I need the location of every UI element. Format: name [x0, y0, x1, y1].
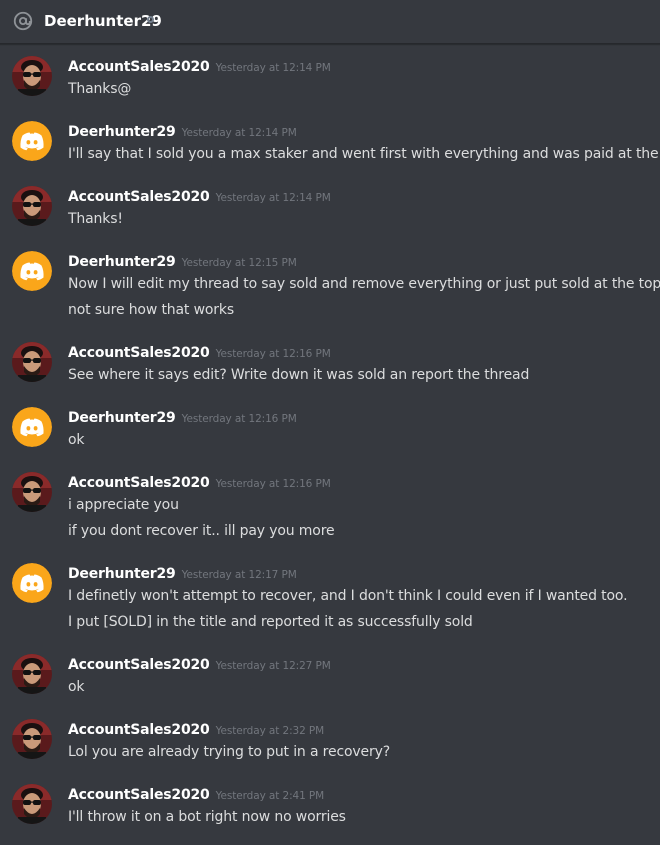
avatar[interactable]: [12, 719, 52, 759]
avatar[interactable]: [12, 654, 52, 694]
avatar[interactable]: [12, 251, 52, 291]
message-header: Deerhunter29 Yesterday at 12:17 PM: [68, 563, 297, 585]
message-header: AccountSales2020 Yesterday at 12:14 PM: [68, 56, 331, 78]
timestamp: Yesterday at 12:27 PM: [215, 660, 331, 672]
timestamp: Yesterday at 12:14 PM: [181, 127, 297, 139]
message-header: AccountSales2020 Yesterday at 12:16 PM: [68, 342, 331, 364]
message-text: not sure how that works: [68, 302, 234, 318]
timestamp: Yesterday at 12:15 PM: [181, 257, 297, 269]
timestamp: Yesterday at 12:14 PM: [215, 192, 331, 204]
username[interactable]: AccountSales2020: [68, 345, 210, 361]
timestamp: Yesterday at 2:32 PM: [215, 725, 325, 737]
message-header: AccountSales2020 Yesterday at 12:16 PM: [68, 472, 331, 494]
status-indicator: [147, 16, 154, 23]
username[interactable]: AccountSales2020: [68, 189, 210, 205]
timestamp: Yesterday at 2:41 PM: [215, 790, 325, 802]
message-text: if you dont recover it.. ill pay you mor…: [68, 523, 335, 539]
message-text: I put [SOLD] in the title and reported i…: [68, 614, 473, 630]
message-text: ok: [68, 432, 85, 448]
message-header: Deerhunter29 Yesterday at 12:16 PM: [68, 407, 297, 429]
avatar[interactable]: [12, 56, 52, 96]
message-header: AccountSales2020 Yesterday at 2:32 PM: [68, 719, 324, 741]
avatar[interactable]: [12, 407, 52, 447]
username[interactable]: AccountSales2020: [68, 59, 210, 75]
message-text: Thanks!: [68, 211, 123, 227]
message-header: AccountSales2020 Yesterday at 12:27 PM: [68, 654, 331, 676]
message-text: Thanks@: [68, 81, 132, 97]
timestamp: Yesterday at 12:16 PM: [215, 478, 331, 490]
avatar[interactable]: [12, 472, 52, 512]
channel-header: Deerhunter29: [0, 0, 660, 44]
username[interactable]: AccountSales2020: [68, 787, 210, 803]
timestamp: Yesterday at 12:14 PM: [215, 62, 331, 74]
username[interactable]: AccountSales2020: [68, 475, 210, 491]
avatar[interactable]: [12, 563, 52, 603]
at-icon: [13, 11, 33, 31]
message-text: Lol you are already trying to put in a r…: [68, 744, 391, 760]
timestamp: Yesterday at 12:17 PM: [181, 569, 297, 581]
message-header: AccountSales2020 Yesterday at 2:41 PM: [68, 784, 324, 806]
message-text: I'll throw it on a bot right now no worr…: [68, 809, 346, 825]
message-text: I definetly won't attempt to recover, an…: [68, 588, 628, 604]
message-text: i appreciate you: [68, 497, 179, 513]
message-text: See where it says edit? Write down it wa…: [68, 367, 530, 383]
timestamp: Yesterday at 12:16 PM: [181, 413, 297, 425]
message-header: AccountSales2020 Yesterday at 12:14 PM: [68, 186, 331, 208]
username[interactable]: AccountSales2020: [68, 657, 210, 673]
timestamp: Yesterday at 12:16 PM: [215, 348, 331, 360]
avatar[interactable]: [12, 784, 52, 824]
avatar[interactable]: [12, 121, 52, 161]
username[interactable]: Deerhunter29: [68, 566, 176, 582]
username[interactable]: AccountSales2020: [68, 722, 210, 738]
message-header: Deerhunter29 Yesterday at 12:15 PM: [68, 251, 297, 273]
message-text: Now I will edit my thread to say sold an…: [68, 276, 660, 292]
message-header: Deerhunter29 Yesterday at 12:14 PM: [68, 121, 297, 143]
message-text: ok: [68, 679, 85, 695]
channel-title: Deerhunter29: [44, 12, 162, 30]
avatar[interactable]: [12, 186, 52, 226]
message-text: I'll say that I sold you a max staker an…: [68, 146, 660, 162]
username[interactable]: Deerhunter29: [68, 410, 176, 426]
avatar[interactable]: [12, 342, 52, 382]
username[interactable]: Deerhunter29: [68, 254, 176, 270]
username[interactable]: Deerhunter29: [68, 124, 176, 140]
